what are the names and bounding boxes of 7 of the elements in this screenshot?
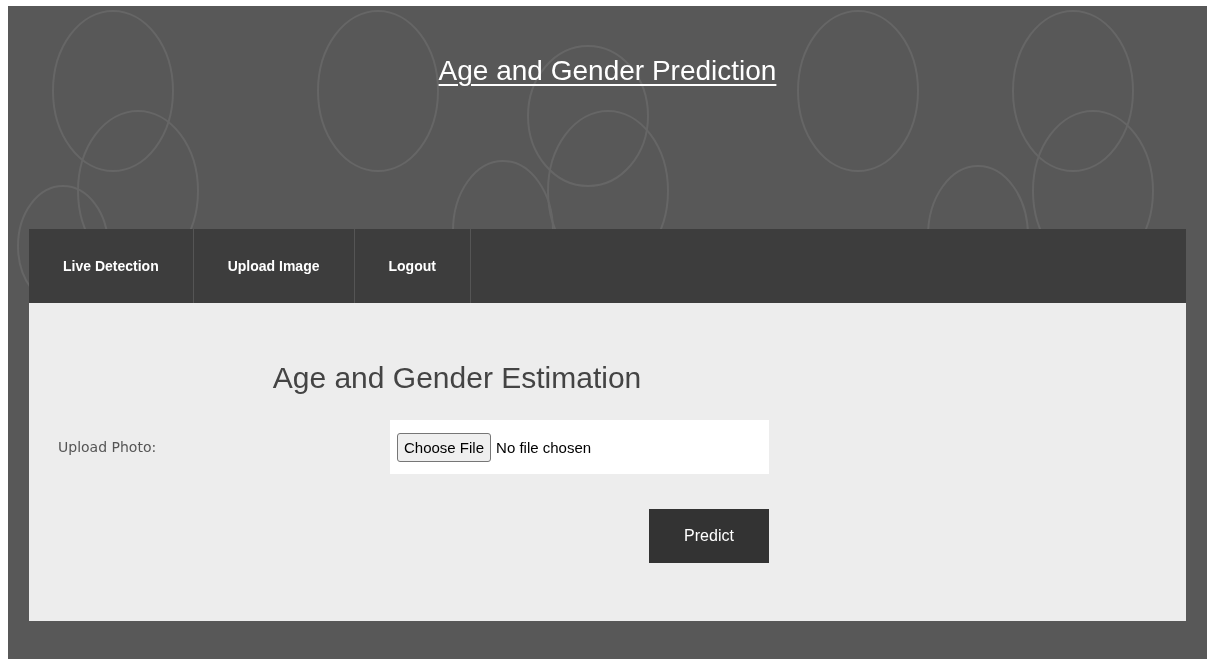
file-status-text: No file chosen bbox=[496, 438, 592, 456]
file-input-field[interactable]: Choose File No file chosen bbox=[390, 420, 769, 474]
page-title[interactable]: Age and Gender Prediction bbox=[438, 55, 777, 87]
form-heading: Age and Gender Estimation bbox=[271, 361, 643, 395]
predict-button[interactable]: Predict bbox=[649, 509, 769, 563]
choose-file-button[interactable]: Choose File bbox=[397, 432, 492, 462]
upload-photo-label: Upload Photo: bbox=[58, 439, 158, 457]
